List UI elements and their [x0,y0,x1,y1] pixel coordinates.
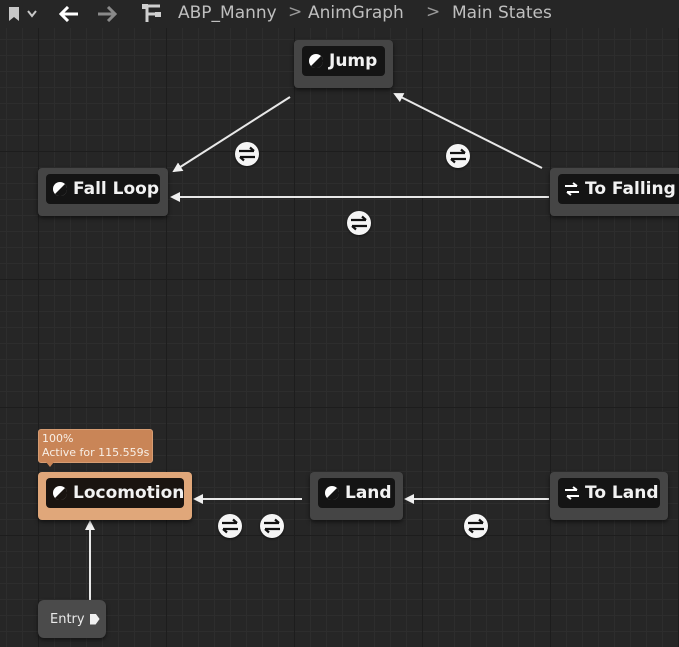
breadcrumb-anim-blueprint[interactable]: ABP_Manny [178,3,277,23]
transition-links [85,93,549,600]
bookmark-icon[interactable] [6,0,22,28]
conduit-icon [565,486,579,500]
state-label: Locomotion [73,483,185,503]
state-label: Jump [329,51,378,71]
state-icon [309,54,324,69]
transition-rule-icon[interactable] [235,142,259,166]
active-weight: 100% [42,432,74,445]
transition-rule-icon[interactable] [446,144,470,168]
state-node-fall-loop[interactable]: Fall Loop [38,168,168,216]
conduit-label: To Falling [585,179,676,199]
state-icon [53,182,68,197]
breadcrumb-separator: > [288,2,303,22]
conduit-node-to-land[interactable]: To Land [550,472,668,520]
back-arrow-icon[interactable] [56,0,82,28]
transition-rule-icon[interactable] [347,211,371,235]
transition-rule-icon[interactable] [260,514,284,538]
conduit-label: To Land [585,483,659,503]
tooltip-tail [46,462,54,467]
entry-node[interactable]: Entry [38,600,106,638]
state-icon [325,486,340,501]
entry-label: Entry [50,611,85,627]
active-time: Active for 115.559s [42,446,150,459]
state-label: Land [345,483,392,503]
hierarchy-icon[interactable] [138,0,166,28]
graph-toolbar: ABP_Manny > AnimGraph > Main States [0,0,679,28]
entry-arrow-icon [89,613,100,625]
breadcrumb-separator: > [426,2,441,22]
forward-arrow-icon[interactable] [94,0,120,28]
state-node-jump[interactable]: Jump [294,40,393,88]
state-node-locomotion-active[interactable]: Locomotion [38,472,192,520]
conduit-node-to-falling[interactable]: To Falling [550,168,679,216]
state-icon [53,486,68,501]
state-node-land[interactable]: Land [310,472,403,520]
transition-rule-icon[interactable] [464,514,488,538]
conduit-icon [565,182,579,196]
breadcrumb-animgraph[interactable]: AnimGraph [308,3,404,23]
link-jump-to-fallloop [172,96,291,173]
transition-rule-icon[interactable] [218,514,242,538]
active-state-tooltip: 100% Active for 115.559s [38,429,153,463]
breadcrumb-main-states[interactable]: Main States [452,3,552,23]
chevron-down-icon[interactable] [24,0,40,28]
state-label: Fall Loop [73,179,160,199]
